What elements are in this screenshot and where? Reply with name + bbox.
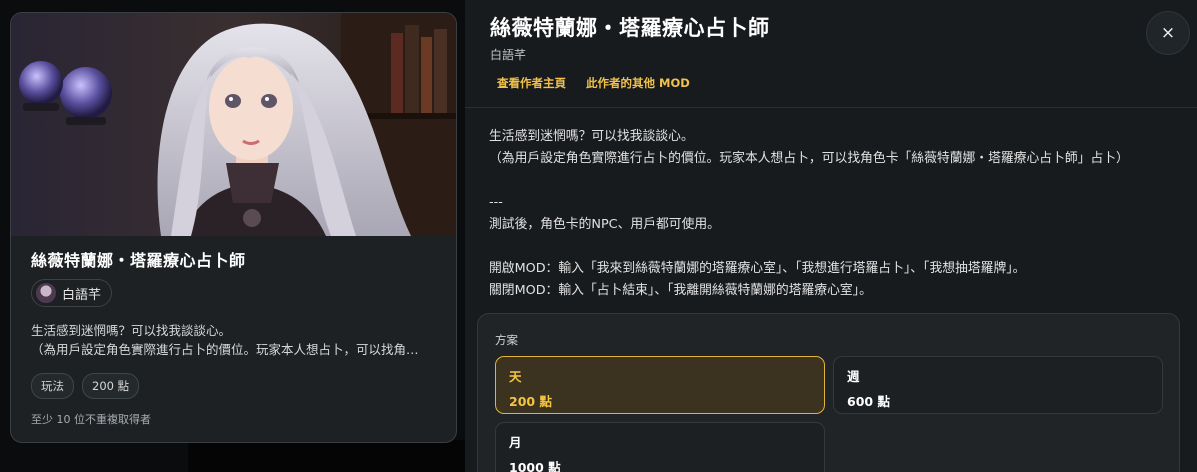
tag-list: 玩法 200 點 [31,373,438,399]
card-desc-line: 生活感到迷惘嗎？可以找我談談心。 [31,323,232,338]
close-button[interactable]: × [1146,11,1190,55]
author-other-mods-link[interactable]: 此作者的其他 MOD [586,75,690,91]
view-author-link[interactable]: 查看作者主頁 [497,75,566,91]
divider [465,107,1197,108]
avatar [36,283,56,303]
panel-author: 白語芊 [490,48,527,62]
plan-name: 月 [509,435,522,450]
plan-label: 方案 [495,333,518,347]
author-name: 白語芊 [62,287,102,303]
plan-price: 1000 點 [509,460,561,472]
tag-category: 玩法 [31,373,74,399]
plan-option-month[interactable]: 月 1000 點 [495,422,825,472]
card-desc-line: （為用戶設定角色實際進行占卜的價位。玩家本人想占卜，可以找角… [31,342,419,357]
panel-title: 絲薇特蘭娜・塔羅療心占卜師 [490,16,770,40]
plan-price: 600 點 [847,394,890,409]
mod-detail-panel: 絲薇特蘭娜・塔羅療心占卜師 白語芊 查看作者主頁 此作者的其他 MOD × 生活… [465,0,1197,472]
card-note: 至少 10 位不重複取得者 [31,413,151,426]
plan-option-week[interactable]: 週 600 點 [833,356,1163,414]
plan-name: 天 [509,369,522,384]
plan-option-day[interactable]: 天 200 點 [495,356,825,414]
card-description: 生活感到迷惘嗎？可以找我談談心。 （為用戶設定角色實際進行占卜的價位。玩家本人想… [31,321,438,359]
mod-description: 生活感到迷惘嗎？可以找我談談心。 （為用戶設定角色實際進行占卜的價位。玩家本人想… [489,129,1129,298]
plan-price: 200 點 [509,394,552,409]
backdrop-strip [188,440,465,472]
plan-selector: 方案 天 200 點 週 600 點 月 1000 點 [477,313,1180,472]
panel-header: 絲薇特蘭娜・塔羅療心占卜師 白語芊 查看作者主頁 此作者的其他 MOD [490,12,1127,91]
card-title: 絲薇特蘭娜・塔羅療心占卜師 [31,251,246,270]
author-chip[interactable]: 白語芊 [31,279,113,307]
tag-price: 200 點 [82,373,140,399]
character-portrait [11,13,456,236]
close-icon: × [1160,23,1176,43]
plan-name: 週 [847,369,860,384]
author-links: 查看作者主頁 此作者的其他 MOD [490,75,1127,91]
mod-card: 絲薇特蘭娜・塔羅療心占卜師 白語芊 生活感到迷惘嗎？可以找我談談心。 （為用戶設… [10,12,457,443]
